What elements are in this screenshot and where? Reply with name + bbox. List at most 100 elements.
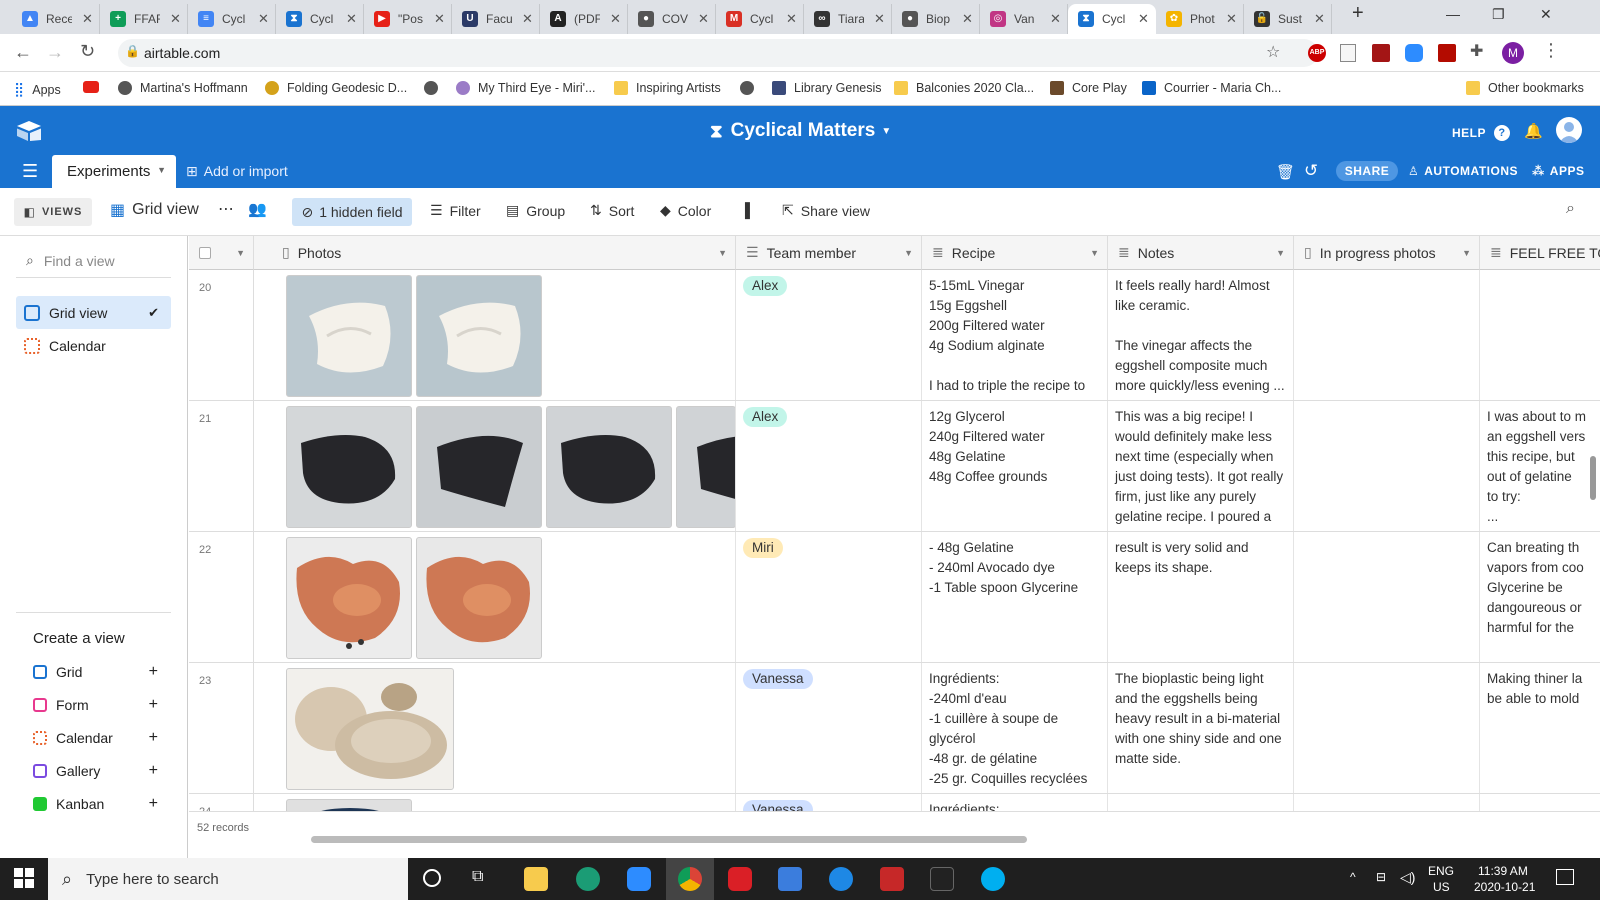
photo-thumbnail[interactable]	[416, 275, 542, 397]
find-view-field[interactable]: ⌕ Find a view	[16, 244, 171, 278]
notes-cell[interactable]: The bioplastic being light and the eggsh…	[1108, 663, 1294, 793]
file-explorer-icon[interactable]	[524, 867, 548, 891]
creative-cloud-icon[interactable]	[728, 867, 752, 891]
bookmark-courrier[interactable]: Courrier - Maria Ch...	[1142, 81, 1281, 95]
column-header-team-member[interactable]: ☰ Team member ▼	[736, 236, 922, 270]
notes-cell[interactable]: result is very solid and keeps its shape…	[1108, 532, 1294, 662]
notes-cell[interactable]: This was a big recipe! I would definitel…	[1108, 401, 1294, 531]
photo-thumbnail[interactable]	[416, 406, 542, 528]
maximize-button[interactable]: ❐	[1492, 6, 1505, 23]
tab-close-icon[interactable]: ✕	[1138, 11, 1149, 27]
create-calendar-view[interactable]: Calendar +	[33, 729, 158, 746]
horizontal-scrollbar[interactable]	[311, 836, 1027, 843]
create-form-view[interactable]: Form +	[33, 696, 158, 713]
apps-button[interactable]: ⁂ APPS	[1532, 164, 1584, 178]
bookmark-globe-2[interactable]	[740, 81, 762, 95]
browser-tab[interactable]: ≡ Cycl ✕	[188, 4, 276, 34]
trash-icon[interactable]: 🗑	[1276, 163, 1295, 181]
table-row[interactable]: 21 Alex 12g Glycerol 240g Filtered water 4…	[189, 401, 1600, 532]
pdf-extension-icon[interactable]	[1438, 44, 1456, 62]
photo-thumbnail[interactable]	[286, 406, 412, 528]
table-row[interactable]: 23 Vanessa Ingrédients: -240ml d'eau -1 cu…	[189, 663, 1600, 794]
photo-thumbnail[interactable]	[546, 406, 672, 528]
extensions-puzzle-icon[interactable]: ✚	[1470, 41, 1483, 61]
skype-icon[interactable]	[981, 867, 1005, 891]
chrome-taskbar-active[interactable]	[666, 858, 714, 900]
browser-tab[interactable]: + FFAF ✕	[100, 4, 188, 34]
recipe-cell[interactable]: 5-15mL Vinegar 15g Eggshell 200g Filtere…	[922, 270, 1108, 400]
language-indicator[interactable]: ENG	[1428, 864, 1454, 878]
in-progress-photos-cell[interactable]	[1294, 401, 1480, 531]
notification-bell-icon[interactable]: 🔔	[1524, 122, 1543, 140]
bookmark-library-genesis[interactable]: Library Genesis	[772, 81, 882, 95]
new-tab-button[interactable]: +	[1352, 2, 1364, 25]
feel-free-cell[interactable]: I was about to m an eggshell vers this r…	[1480, 401, 1600, 531]
feel-free-cell[interactable]: Making thiner la be able to mold	[1480, 663, 1600, 793]
automations-button[interactable]: ♙ AUTOMATIONS	[1408, 164, 1518, 178]
tab-close-icon[interactable]: ✕	[346, 11, 357, 27]
in-progress-photos-cell[interactable]	[1294, 663, 1480, 793]
tab-close-icon[interactable]: ✕	[874, 11, 885, 27]
table-tab-experiments[interactable]: Experiments ▼	[52, 155, 176, 188]
audio-extension-icon[interactable]	[1372, 44, 1390, 62]
create-gallery-view[interactable]: Gallery +	[33, 762, 158, 779]
browser-tab[interactable]: A (PDF ✕	[540, 4, 628, 34]
add-or-import-button[interactable]: ⊞ Add or import	[186, 163, 288, 180]
browser-tab[interactable]: ⧗ Cycl ✕	[1068, 4, 1156, 34]
views-toggle-button[interactable]: ◧ VIEWS	[14, 198, 92, 226]
filter-button[interactable]: ☰ Filter	[430, 202, 481, 219]
zoom-extension-icon[interactable]	[1405, 44, 1423, 62]
tab-close-icon[interactable]: ✕	[962, 11, 973, 27]
hidden-fields-button[interactable]: ⊘ 1 hidden field	[292, 198, 412, 226]
table-row[interactable]: 20 Alex 5-15mL Vinegar 15g Eggshell 200g F…	[189, 270, 1600, 401]
reload-icon[interactable]: ↻	[80, 41, 95, 62]
omnibox[interactable]: 🔒 airtable.com ☆	[118, 39, 1318, 67]
base-title[interactable]: ⧗ Cyclical Matters ▼	[710, 120, 891, 142]
feel-free-cell[interactable]: Can breating th vapors from coo Glycerin…	[1480, 532, 1600, 662]
swirl-app-icon[interactable]	[829, 867, 853, 891]
tab-close-icon[interactable]: ✕	[434, 11, 445, 27]
history-icon[interactable]: ↺	[1304, 161, 1318, 181]
column-header-feel-free[interactable]: ≣ FEEL FREE TO	[1480, 236, 1600, 270]
view-more-icon[interactable]: ⋯	[218, 199, 234, 219]
bookmark-inspiring-artists[interactable]: Inspiring Artists	[614, 81, 721, 95]
sort-button[interactable]: ⇅ Sort	[590, 202, 634, 219]
sidebar-view-calendar[interactable]: Calendar	[16, 329, 171, 362]
bookmark-youtube[interactable]	[83, 81, 107, 93]
create-kanban-view[interactable]: Kanban +	[33, 795, 158, 812]
bookmark-core-play[interactable]: Core Play	[1050, 81, 1127, 95]
hamburger-menu-icon[interactable]: ☰	[22, 161, 38, 182]
column-header-photos[interactable]: ▯ Photos ▼	[254, 236, 736, 270]
volume-icon[interactable]: ◁)	[1400, 869, 1415, 886]
team-member-cell[interactable]: Alex	[736, 270, 922, 400]
tab-close-icon[interactable]: ✕	[522, 11, 533, 27]
team-member-cell[interactable]: Vanessa	[736, 663, 922, 793]
tab-close-icon[interactable]: ✕	[1050, 11, 1061, 27]
browser-tab[interactable]: U Facu ✕	[452, 4, 540, 34]
bookmark-star-icon[interactable]: ☆	[1266, 42, 1280, 62]
clock-time[interactable]: 11:39 AM	[1478, 864, 1528, 878]
windows-start-icon[interactable]	[14, 868, 34, 888]
vertical-scrollbar[interactable]	[1590, 456, 1596, 500]
edge-icon[interactable]	[576, 867, 600, 891]
airtable-logo-icon[interactable]	[16, 120, 42, 142]
share-button[interactable]: SHARE	[1336, 161, 1398, 181]
photo-thumbnail[interactable]	[286, 275, 412, 397]
cortana-icon[interactable]	[423, 869, 441, 887]
table-row[interactable]: 22 Miri - 48g Gelatine - 240ml Avocado dye…	[189, 532, 1600, 663]
taskbar-search[interactable]: ⌕ Type here to search	[48, 858, 408, 900]
share-view-button[interactable]: ⇱ Share view	[782, 202, 870, 219]
bookmark-third-eye[interactable]: My Third Eye - Miri'...	[456, 81, 595, 95]
photo-thumbnail[interactable]	[416, 537, 542, 659]
group-button[interactable]: ▤ Group	[506, 202, 565, 219]
select-all-checkbox[interactable]	[199, 246, 211, 259]
browser-tab[interactable]: ⧗ Cycl ✕	[276, 4, 364, 34]
browser-tab[interactable]: ∞ Tiara ✕	[804, 4, 892, 34]
bookmark-balconies[interactable]: Balconies 2020 Cla...	[894, 81, 1034, 95]
tab-close-icon[interactable]: ✕	[170, 11, 181, 27]
bookmark-other[interactable]: Other bookmarks	[1466, 81, 1584, 95]
column-header-in-progress-photos[interactable]: ▯ In progress photos ▼	[1294, 236, 1480, 270]
chevron-down-icon[interactable]: ▼	[236, 248, 245, 258]
column-header-recipe[interactable]: ≣ Recipe ▼	[922, 236, 1108, 270]
row-height-icon[interactable]: ▐	[740, 202, 750, 218]
